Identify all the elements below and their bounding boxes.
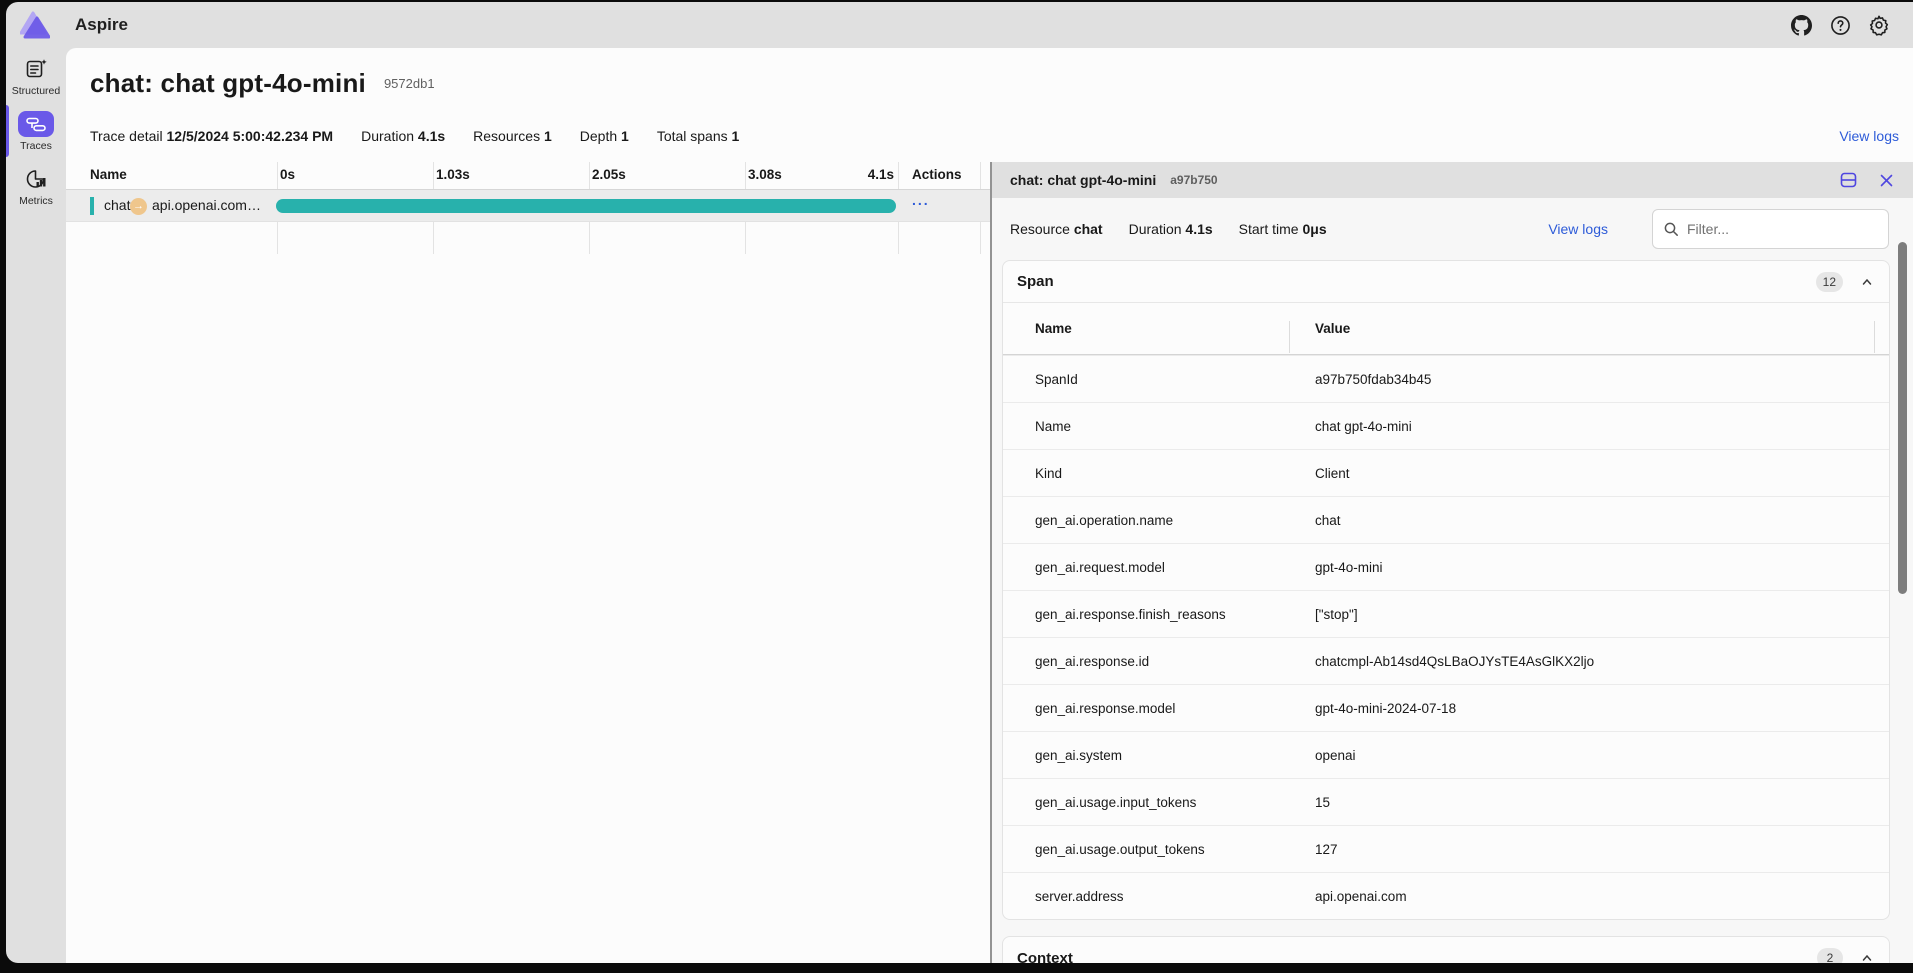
- context-card: Context 2: [1002, 936, 1890, 963]
- span-row[interactable]: chat → api.openai.com… ...: [66, 190, 990, 222]
- details-panel-header: chat: chat gpt-4o-mini a97b750: [992, 162, 1913, 198]
- context-count-badge: 2: [1817, 948, 1843, 963]
- attr-value-header: Value: [1315, 321, 1350, 336]
- attribute-row: gen_ai.usage.output_tokens127: [1003, 825, 1889, 872]
- context-section-title: Context: [1017, 950, 1073, 964]
- page-title: chat: chat gpt-4o-mini: [90, 68, 366, 99]
- chevron-up-icon[interactable]: [1859, 950, 1875, 963]
- attribute-row: gen_ai.usage.input_tokens15: [1003, 778, 1889, 825]
- trace-total-spans: Total spans 1: [657, 128, 740, 144]
- sidebar-item-structured[interactable]: Structured: [6, 48, 66, 103]
- span-destination: api.openai.com…: [152, 197, 274, 213]
- attribute-row: KindClient: [1003, 449, 1889, 496]
- trace-duration: Duration 4.1s: [361, 128, 445, 144]
- chevron-up-icon[interactable]: [1859, 274, 1875, 290]
- filter-box: [1652, 209, 1889, 249]
- attribute-row: SpanIda97b750fdab34b45: [1003, 355, 1889, 402]
- waterfall-column-headers: Name 0s 1.03s 2.05s 3.08s 4.1s Actions: [66, 162, 990, 190]
- panel-scrollbar[interactable]: [1898, 242, 1907, 594]
- outgoing-call-icon: →: [130, 198, 147, 215]
- name-column-header: Name: [90, 167, 127, 182]
- trace-detail-header: Trace detail 12/5/2024 5:00:42.234 PM Du…: [66, 110, 1913, 162]
- close-icon[interactable]: [1877, 171, 1895, 189]
- active-nav-indicator: [6, 105, 9, 157]
- sidebar: Structured Traces Me: [6, 48, 66, 963]
- attribute-row: gen_ai.systemopenai: [1003, 731, 1889, 778]
- sidebar-item-label: Traces: [20, 140, 52, 152]
- span-details-panel: chat: chat gpt-4o-mini a97b750: [992, 162, 1913, 963]
- brand-name: Aspire: [75, 15, 128, 35]
- filter-input[interactable]: [1687, 221, 1867, 237]
- tick-label: 1.03s: [436, 167, 470, 182]
- attribute-row: Namechat gpt-4o-mini: [1003, 402, 1889, 449]
- attr-name-header: Name: [1035, 321, 1072, 336]
- details-subheader: Resource chat Duration 4.1s Start time 0…: [992, 198, 1913, 260]
- attribute-row: gen_ai.request.modelgpt-4o-mini: [1003, 543, 1889, 590]
- top-bar: Aspire: [6, 2, 1913, 48]
- detail-start-time: Start time 0μs: [1239, 221, 1327, 237]
- column-divider[interactable]: [1874, 321, 1875, 353]
- span-name: chat: [104, 197, 130, 213]
- details-body: Span 12 Name Value SpanIda97b7: [992, 260, 1913, 963]
- search-icon: [1663, 221, 1679, 237]
- help-icon[interactable]: [1829, 14, 1851, 36]
- column-divider[interactable]: [1289, 321, 1290, 353]
- settings-gear-icon[interactable]: [1868, 14, 1890, 36]
- trace-code-badge: 9572db1: [384, 76, 435, 91]
- trace-timestamp: Trace detail 12/5/2024 5:00:42.234 PM: [90, 128, 333, 144]
- brand[interactable]: Aspire: [20, 11, 128, 39]
- sidebar-item-metrics[interactable]: Metrics: [6, 158, 66, 213]
- span-attributes-card: Span 12 Name Value SpanIda97b7: [1002, 260, 1890, 920]
- tick-label: 3.08s: [748, 167, 782, 182]
- dock-panel-icon[interactable]: [1839, 171, 1857, 189]
- sidebar-item-label: Metrics: [19, 195, 53, 207]
- context-section-header[interactable]: Context 2: [1003, 937, 1889, 963]
- main-content: chat: chat gpt-4o-mini 9572db1 Trace det…: [66, 48, 1913, 963]
- attribute-row: gen_ai.response.idchatcmpl-Ab14sd4QsLBaO…: [1003, 637, 1889, 684]
- details-title: chat: chat gpt-4o-mini: [1010, 172, 1156, 188]
- traces-icon: [18, 111, 54, 137]
- trace-depth: Depth 1: [580, 128, 629, 144]
- span-color-marker: [90, 197, 94, 215]
- attribute-row: gen_ai.response.finish_reasons["stop"]: [1003, 590, 1889, 637]
- attribute-row: gen_ai.operation.namechat: [1003, 496, 1889, 543]
- sidebar-item-label: Structured: [12, 85, 60, 97]
- span-section-header[interactable]: Span 12: [1003, 261, 1889, 303]
- panel-view-logs-link[interactable]: View logs: [1548, 221, 1608, 237]
- aspire-logo-icon: [20, 11, 50, 39]
- trace-waterfall-pane: Name 0s 1.03s 2.05s 3.08s 4.1s Actions c…: [66, 162, 990, 963]
- structured-logs-icon: [24, 56, 48, 82]
- actions-column-header: Actions: [912, 167, 962, 182]
- attribute-row: server.addressapi.openai.com: [1003, 872, 1889, 919]
- span-duration-bar[interactable]: [276, 199, 896, 213]
- span-actions-button[interactable]: ...: [912, 192, 930, 208]
- span-count-badge: 12: [1816, 272, 1843, 292]
- span-code-badge: a97b750: [1170, 173, 1217, 187]
- tick-label: 0s: [280, 167, 295, 182]
- tick-label: 2.05s: [592, 167, 626, 182]
- trace-resources: Resources 1: [473, 128, 552, 144]
- attributes-table-header: Name Value: [1003, 303, 1889, 355]
- app-window: Aspire: [6, 2, 1913, 963]
- attribute-row: gen_ai.response.modelgpt-4o-mini-2024-07…: [1003, 684, 1889, 731]
- metrics-icon: [24, 166, 48, 192]
- trace-view-logs-link[interactable]: View logs: [1839, 128, 1899, 144]
- page-title-row: chat: chat gpt-4o-mini 9572db1: [66, 48, 1913, 110]
- detail-duration: Duration 4.1s: [1129, 221, 1213, 237]
- tick-label: 4.1s: [868, 167, 894, 182]
- detail-resource: Resource chat: [1010, 221, 1103, 237]
- github-icon[interactable]: [1790, 14, 1812, 36]
- span-section-title: Span: [1017, 273, 1054, 290]
- sidebar-item-traces[interactable]: Traces: [6, 103, 66, 158]
